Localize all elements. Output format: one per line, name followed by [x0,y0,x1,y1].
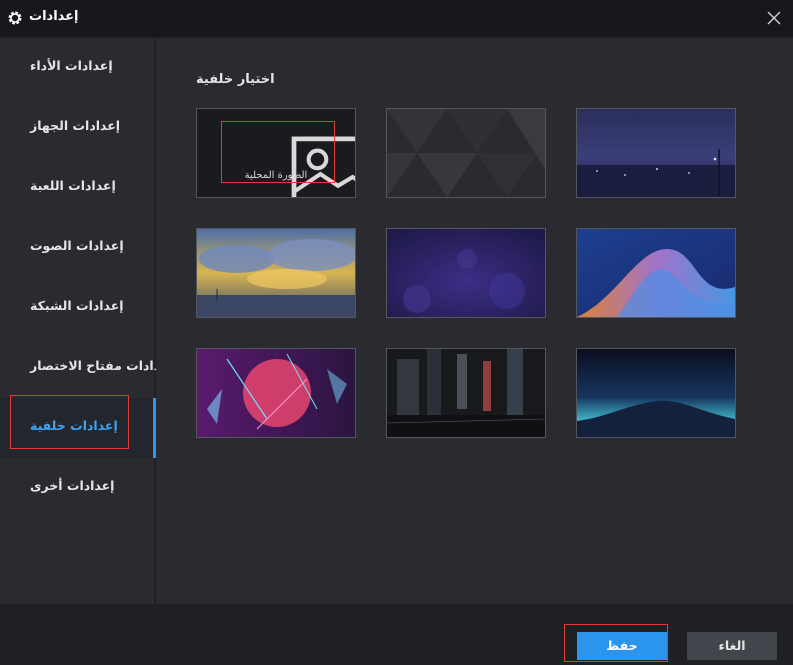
wallpaper-thumb-5[interactable] [576,228,736,318]
add-image-icon [291,136,355,197]
wallpaper-thumb-4[interactable] [386,228,546,318]
sidebar-item-label: إعدادات اللعبة [30,178,116,193]
window-title: إعدادات [29,9,79,24]
sidebar-item-background[interactable]: إعدادات خلفية [0,398,156,458]
save-settings-button[interactable]: حفظ الإعدادات [577,632,667,660]
close-icon[interactable] [765,9,783,27]
gradient-wave-image [577,229,735,317]
cancel-button[interactable]: الغاء [687,632,777,660]
sidebar-item-label: إعدادات الجهاز [30,118,121,133]
footer-bar: حفظ الإعدادات الغاء [0,604,793,665]
background-panel: اختيار خلفية الصورة المحلية [156,38,793,604]
local-image-tile[interactable]: الصورة المحلية [196,108,356,198]
sidebar-item-other[interactable]: إعدادات أخرى [0,458,155,518]
sidebar-item-label: إعدادات الشبكة [30,298,124,313]
rainy-street-image [387,349,545,437]
sidebar-item-network[interactable]: إعدادات الشبكة [0,278,155,338]
local-image-label: الصورة المحلية [244,170,308,181]
wallpaper-thumb-6[interactable] [196,348,356,438]
dark-geometric-image [387,109,545,197]
sidebar-item-sound[interactable]: إعدادات الصوت [0,218,155,278]
sidebar-item-label: إعدادات أخرى [30,478,115,493]
mountain-aurora-image [577,349,735,437]
wallpaper-thumb-7[interactable] [386,348,546,438]
sidebar-item-label: إعدادات مفتاح الاختصار [30,358,174,373]
painted-sky-image [197,229,355,317]
sidebar-item-label: إعدادات الأداء [30,58,113,73]
section-title: اختيار خلفية [196,72,275,87]
purple-bokeh-image [387,229,545,317]
night-city-image [577,109,735,197]
sidebar-item-label: إعدادات الصوت [30,238,124,253]
sidebar-item-label: إعدادات خلفية [30,418,118,433]
wallpaper-thumb-2[interactable] [576,108,736,198]
sidebar-item-game[interactable]: إعدادات اللعبة [0,158,155,218]
settings-sidebar: إعدادات الأداء إعدادات الجهاز إعدادات ال… [0,38,174,604]
sidebar-item-shortcuts[interactable]: إعدادات مفتاح الاختصار [0,338,174,398]
wallpaper-thumb-1[interactable] [386,108,546,198]
wallpaper-thumb-8[interactable] [576,348,736,438]
sidebar-item-performance[interactable]: إعدادات الأداء [0,38,155,98]
gear-icon [8,11,22,25]
wallpaper-thumb-3[interactable] [196,228,356,318]
neon-shards-image [197,349,355,437]
title-bar: إعدادات [0,0,793,37]
sidebar-item-device[interactable]: إعدادات الجهاز [0,98,155,158]
